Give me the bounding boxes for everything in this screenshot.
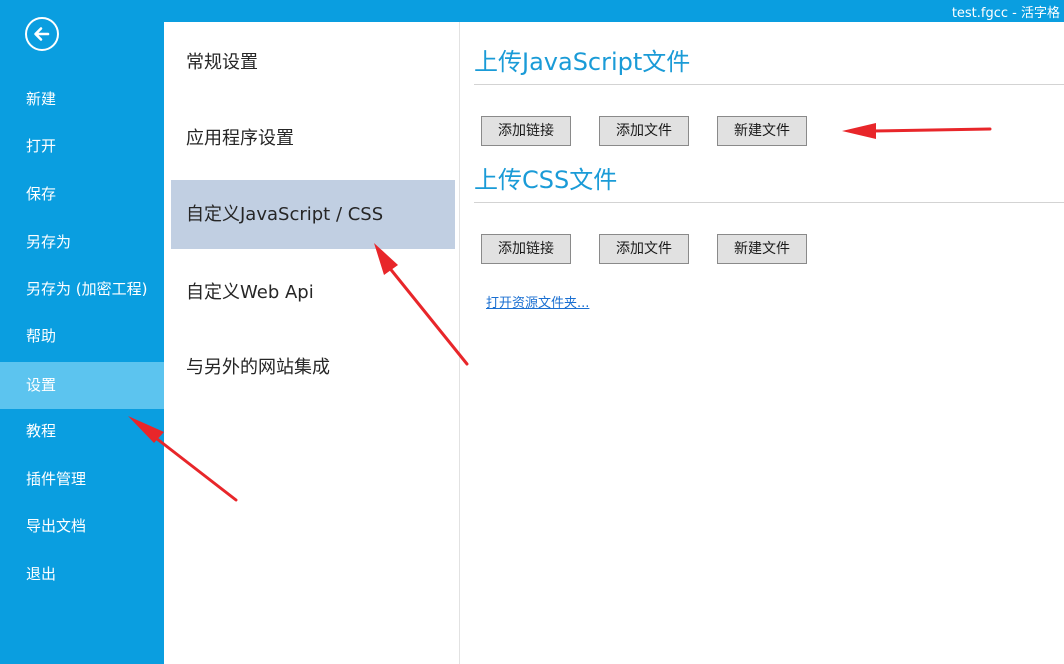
open-resource-folder-link[interactable]: 打开资源文件夹... — [486, 292, 589, 311]
sidebar-item-export-docs[interactable]: 导出文档 — [0, 503, 164, 550]
sidebar-item-help[interactable]: 帮助 — [0, 313, 164, 360]
sidebar-item-save[interactable]: 保存 — [0, 171, 164, 218]
css-section-divider — [474, 202, 1064, 203]
sidebar-item-exit[interactable]: 退出 — [0, 551, 164, 598]
window-title: test.fgcc - 活字格 — [951, 6, 1060, 21]
css-new-file-button[interactable]: 新建文件 — [717, 234, 807, 264]
sidebar-item-tutorial[interactable]: 教程 — [0, 408, 164, 455]
sidebar-item-open[interactable]: 打开 — [0, 123, 164, 170]
js-add-link-button[interactable]: 添加链接 — [481, 116, 571, 146]
css-add-link-button[interactable]: 添加链接 — [481, 234, 571, 264]
sidebar-item-settings[interactable]: 设置 — [0, 362, 164, 409]
settings-content: 上传JavaScript文件 添加链接 添加文件 新建文件 上传CSS文件 添加… — [460, 22, 1064, 664]
js-new-file-button[interactable]: 新建文件 — [717, 116, 807, 146]
settings-nav: 常规设置 应用程序设置 自定义JavaScript / CSS 自定义Web A… — [164, 22, 460, 664]
sidebar-item-plugins[interactable]: 插件管理 — [0, 456, 164, 503]
settings-nav-custom-web-api[interactable]: 自定义Web Api — [171, 258, 455, 327]
css-section-title: 上传CSS文件 — [474, 166, 618, 194]
css-add-file-button[interactable]: 添加文件 — [599, 234, 689, 264]
settings-nav-app[interactable]: 应用程序设置 — [171, 104, 455, 173]
sidebar-item-save-as-encrypted[interactable]: 另存为 (加密工程) — [0, 266, 164, 313]
sidebar-item-save-as[interactable]: 另存为 — [0, 219, 164, 266]
sidebar-item-new[interactable]: 新建 — [0, 76, 164, 123]
js-section-divider — [474, 84, 1064, 85]
js-add-file-button[interactable]: 添加文件 — [599, 116, 689, 146]
settings-nav-general[interactable]: 常规设置 — [171, 28, 455, 97]
settings-nav-site-integration[interactable]: 与另外的网站集成 — [171, 333, 455, 402]
settings-nav-custom-js-css[interactable]: 自定义JavaScript / CSS — [171, 180, 455, 249]
file-sidebar: 新建 打开 保存 另存为 另存为 (加密工程) 帮助 设置 教程 插件管理 导出… — [0, 0, 164, 664]
js-section-title: 上传JavaScript文件 — [474, 48, 691, 76]
back-button[interactable] — [25, 17, 59, 51]
arrow-left-icon — [34, 27, 50, 41]
